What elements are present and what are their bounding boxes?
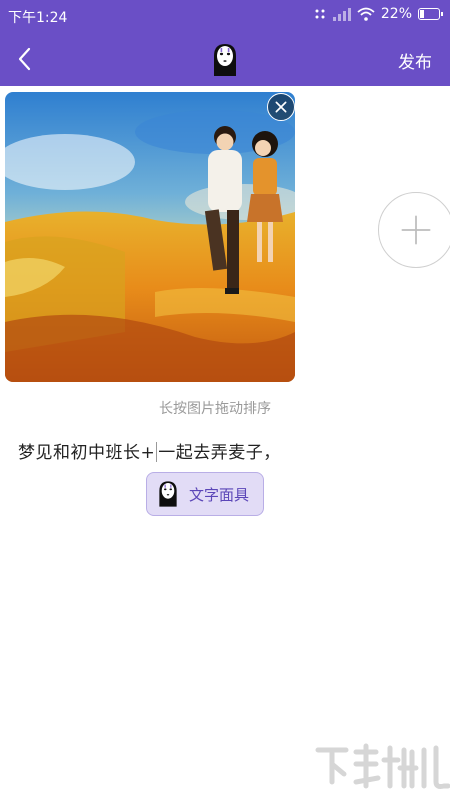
battery-icon bbox=[418, 8, 443, 20]
status-icons: 22% bbox=[313, 6, 443, 22]
text-before-cursor: 梦见和初中班长+ bbox=[18, 443, 156, 463]
battery-percent: 22% bbox=[380, 6, 412, 22]
publish-button[interactable]: 发布 bbox=[398, 48, 432, 73]
status-bar: 下午1:24 22% bbox=[0, 0, 450, 32]
status-time: 下午1:24 bbox=[8, 10, 68, 26]
watermark-logo bbox=[315, 743, 450, 789]
no-face-mask-icon bbox=[214, 44, 236, 76]
signal-icon bbox=[332, 7, 351, 21]
post-photo[interactable] bbox=[5, 92, 295, 382]
header-bar: 发布 bbox=[0, 32, 450, 86]
sort-hint: 长按图片拖动排序 bbox=[159, 401, 271, 417]
text-after-cursor: 一起去弄麦子， bbox=[158, 443, 281, 463]
no-face-mask-icon bbox=[159, 481, 177, 507]
wifi-icon bbox=[357, 7, 375, 21]
chevron-left-icon[interactable] bbox=[12, 46, 38, 72]
close-circle-icon[interactable] bbox=[267, 93, 295, 121]
post-text-input[interactable]: 梦见和初中班长+ 一起去弄麦子， bbox=[18, 438, 281, 463]
text-mask-label: 文字面具 bbox=[189, 485, 250, 504]
text-mask-button[interactable]: 文字面具 bbox=[146, 472, 264, 516]
plus-circle-icon[interactable] bbox=[378, 192, 450, 268]
alarm-icon bbox=[315, 9, 325, 19]
